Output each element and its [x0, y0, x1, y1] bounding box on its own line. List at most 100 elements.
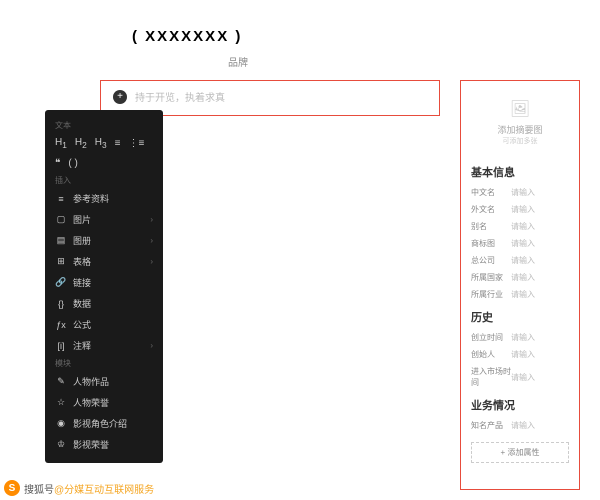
basic-info-title: 基本信息	[461, 158, 579, 184]
field1-1-label: 外文名	[471, 204, 511, 215]
field2-0[interactable]: 创立时间请输入	[461, 329, 579, 346]
module-item-3-label: 影视荣誉	[73, 438, 153, 451]
field1-2-label: 别名	[471, 221, 511, 232]
field1-4-value: 请输入	[511, 255, 535, 266]
module-item-3[interactable]: ♔ 影视荣誉	[45, 434, 163, 455]
field3-0-label: 知名产品	[471, 420, 511, 431]
module-item-0-label: 人物作品	[73, 375, 153, 388]
field1-0[interactable]: 中文名请输入	[461, 184, 579, 201]
chevron-right-icon: ›	[150, 236, 153, 245]
insert-item-7-label: 注释	[73, 339, 150, 352]
insert-item-2[interactable]: ▤ 图册›	[45, 230, 163, 251]
field1-3-label: 商标图	[471, 238, 511, 249]
module-item-0[interactable]: ✎ 人物作品	[45, 371, 163, 392]
field1-2[interactable]: 别名请输入	[461, 218, 579, 235]
business-title: 业务情况	[461, 391, 579, 417]
insert-item-6-icon: ƒx	[55, 320, 67, 330]
module-item-0-icon: ✎	[55, 376, 67, 387]
image-icon: 🖼	[461, 99, 579, 119]
insert-item-2-label: 图册	[73, 234, 150, 247]
insert-item-5-label: 数据	[73, 297, 153, 310]
field2-2[interactable]: 进入市场时间请输入	[461, 363, 579, 391]
insert-item-3-icon: ⊞	[55, 256, 67, 267]
module-section-label: 模块	[45, 356, 163, 371]
field1-2-value: 请输入	[511, 221, 535, 232]
field1-1-value: 请输入	[511, 204, 535, 215]
field3-0-value: 请输入	[511, 420, 535, 431]
chevron-right-icon: ›	[150, 341, 153, 350]
h2-button[interactable]: H2	[75, 137, 87, 150]
text-section-label: 文本	[45, 118, 163, 133]
field1-0-value: 请输入	[511, 187, 535, 198]
insert-section-label: 插入	[45, 173, 163, 188]
field1-5[interactable]: 所属国家请输入	[461, 269, 579, 286]
editor-placeholder: 持于开览，执着求真	[135, 89, 225, 104]
chevron-right-icon: ›	[150, 215, 153, 224]
insert-item-1[interactable]: ▢ 图片›	[45, 209, 163, 230]
field1-4[interactable]: 总公司请输入	[461, 252, 579, 269]
insert-item-7-icon: [i]	[55, 341, 67, 351]
sohu-logo-icon: S	[4, 480, 20, 496]
field2-2-value: 请输入	[511, 372, 535, 383]
field1-6-label: 所属行业	[471, 289, 511, 300]
field1-4-label: 总公司	[471, 255, 511, 266]
module-item-1-icon: ☆	[55, 397, 67, 408]
watermark-source: 搜狐号	[24, 481, 54, 496]
insert-item-0-icon: ≡	[55, 194, 67, 204]
field2-1-label: 创始人	[471, 349, 511, 360]
insert-item-0[interactable]: ≡ 参考资料	[45, 188, 163, 209]
insert-item-4-icon: 🔗	[55, 277, 67, 288]
insert-item-2-icon: ▤	[55, 235, 67, 246]
insert-item-3[interactable]: ⊞ 表格›	[45, 251, 163, 272]
insert-item-4[interactable]: 🔗 链接	[45, 272, 163, 293]
field2-0-value: 请输入	[511, 332, 535, 343]
quote-button[interactable]: ❝	[55, 158, 60, 169]
image-upload-label: 添加摘要图	[461, 123, 579, 136]
insert-item-5-icon: {}	[55, 299, 67, 309]
field2-0-label: 创立时间	[471, 332, 511, 343]
field1-1[interactable]: 外文名请输入	[461, 201, 579, 218]
list-ol-button[interactable]: ⋮≡	[128, 138, 144, 149]
insert-item-1-icon: ▢	[55, 214, 67, 225]
insert-item-3-label: 表格	[73, 255, 150, 268]
watermark-author: @分媒互动互联网服务	[54, 481, 154, 496]
insert-item-0-label: 参考资料	[73, 192, 153, 205]
field3-0[interactable]: 知名产品请输入	[461, 417, 579, 434]
module-item-2-label: 影视角色介绍	[73, 417, 153, 430]
module-item-1[interactable]: ☆ 人物荣誉	[45, 392, 163, 413]
paren-button[interactable]: ( )	[68, 158, 77, 169]
insert-item-4-label: 链接	[73, 276, 153, 289]
chevron-right-icon: ›	[150, 257, 153, 266]
add-attribute-button[interactable]: + 添加属性	[471, 442, 569, 463]
attribute-sidebar: 🖼 添加摘要图 可添加多张 基本信息 中文名请输入外文名请输入别名请输入商标图请…	[460, 80, 580, 490]
field2-1[interactable]: 创始人请输入	[461, 346, 579, 363]
module-item-1-label: 人物荣誉	[73, 396, 153, 409]
field1-5-label: 所属国家	[471, 272, 511, 283]
image-upload-sublabel: 可添加多张	[461, 136, 579, 146]
insert-item-6-label: 公式	[73, 318, 153, 331]
field1-3-value: 请输入	[511, 238, 535, 249]
module-item-2[interactable]: ◉ 影视角色介绍	[45, 413, 163, 434]
module-item-3-icon: ♔	[55, 439, 67, 450]
watermark: S 搜狐号 @分媒互动互联网服务	[4, 480, 154, 496]
insert-item-1-label: 图片	[73, 213, 150, 226]
list-ul-button[interactable]: ≡	[115, 138, 121, 149]
field1-0-label: 中文名	[471, 187, 511, 198]
field1-5-value: 请输入	[511, 272, 535, 283]
h3-button[interactable]: H3	[95, 137, 107, 150]
insert-item-5[interactable]: {} 数据	[45, 293, 163, 314]
insert-item-7[interactable]: [i] 注释›	[45, 335, 163, 356]
field2-1-value: 请输入	[511, 349, 535, 360]
plus-icon[interactable]: +	[113, 90, 127, 104]
format-toolbar: 文本 H1 H2 H3 ≡ ⋮≡ ❝ ( ) 插入 ≡参考资料▢图片›▤图册›⊞…	[45, 110, 163, 463]
h1-button[interactable]: H1	[55, 137, 67, 150]
insert-item-6[interactable]: ƒx 公式	[45, 314, 163, 335]
field2-2-label: 进入市场时间	[471, 366, 511, 388]
category-label: 品牌	[228, 54, 248, 69]
field1-3[interactable]: 商标图请输入	[461, 235, 579, 252]
module-item-2-icon: ◉	[55, 418, 67, 429]
field1-6[interactable]: 所属行业请输入	[461, 286, 579, 303]
page-title: ( XXXXXXX )	[132, 28, 242, 45]
history-title: 历史	[461, 303, 579, 329]
image-upload-area[interactable]: 🖼 添加摘要图 可添加多张	[461, 81, 579, 158]
